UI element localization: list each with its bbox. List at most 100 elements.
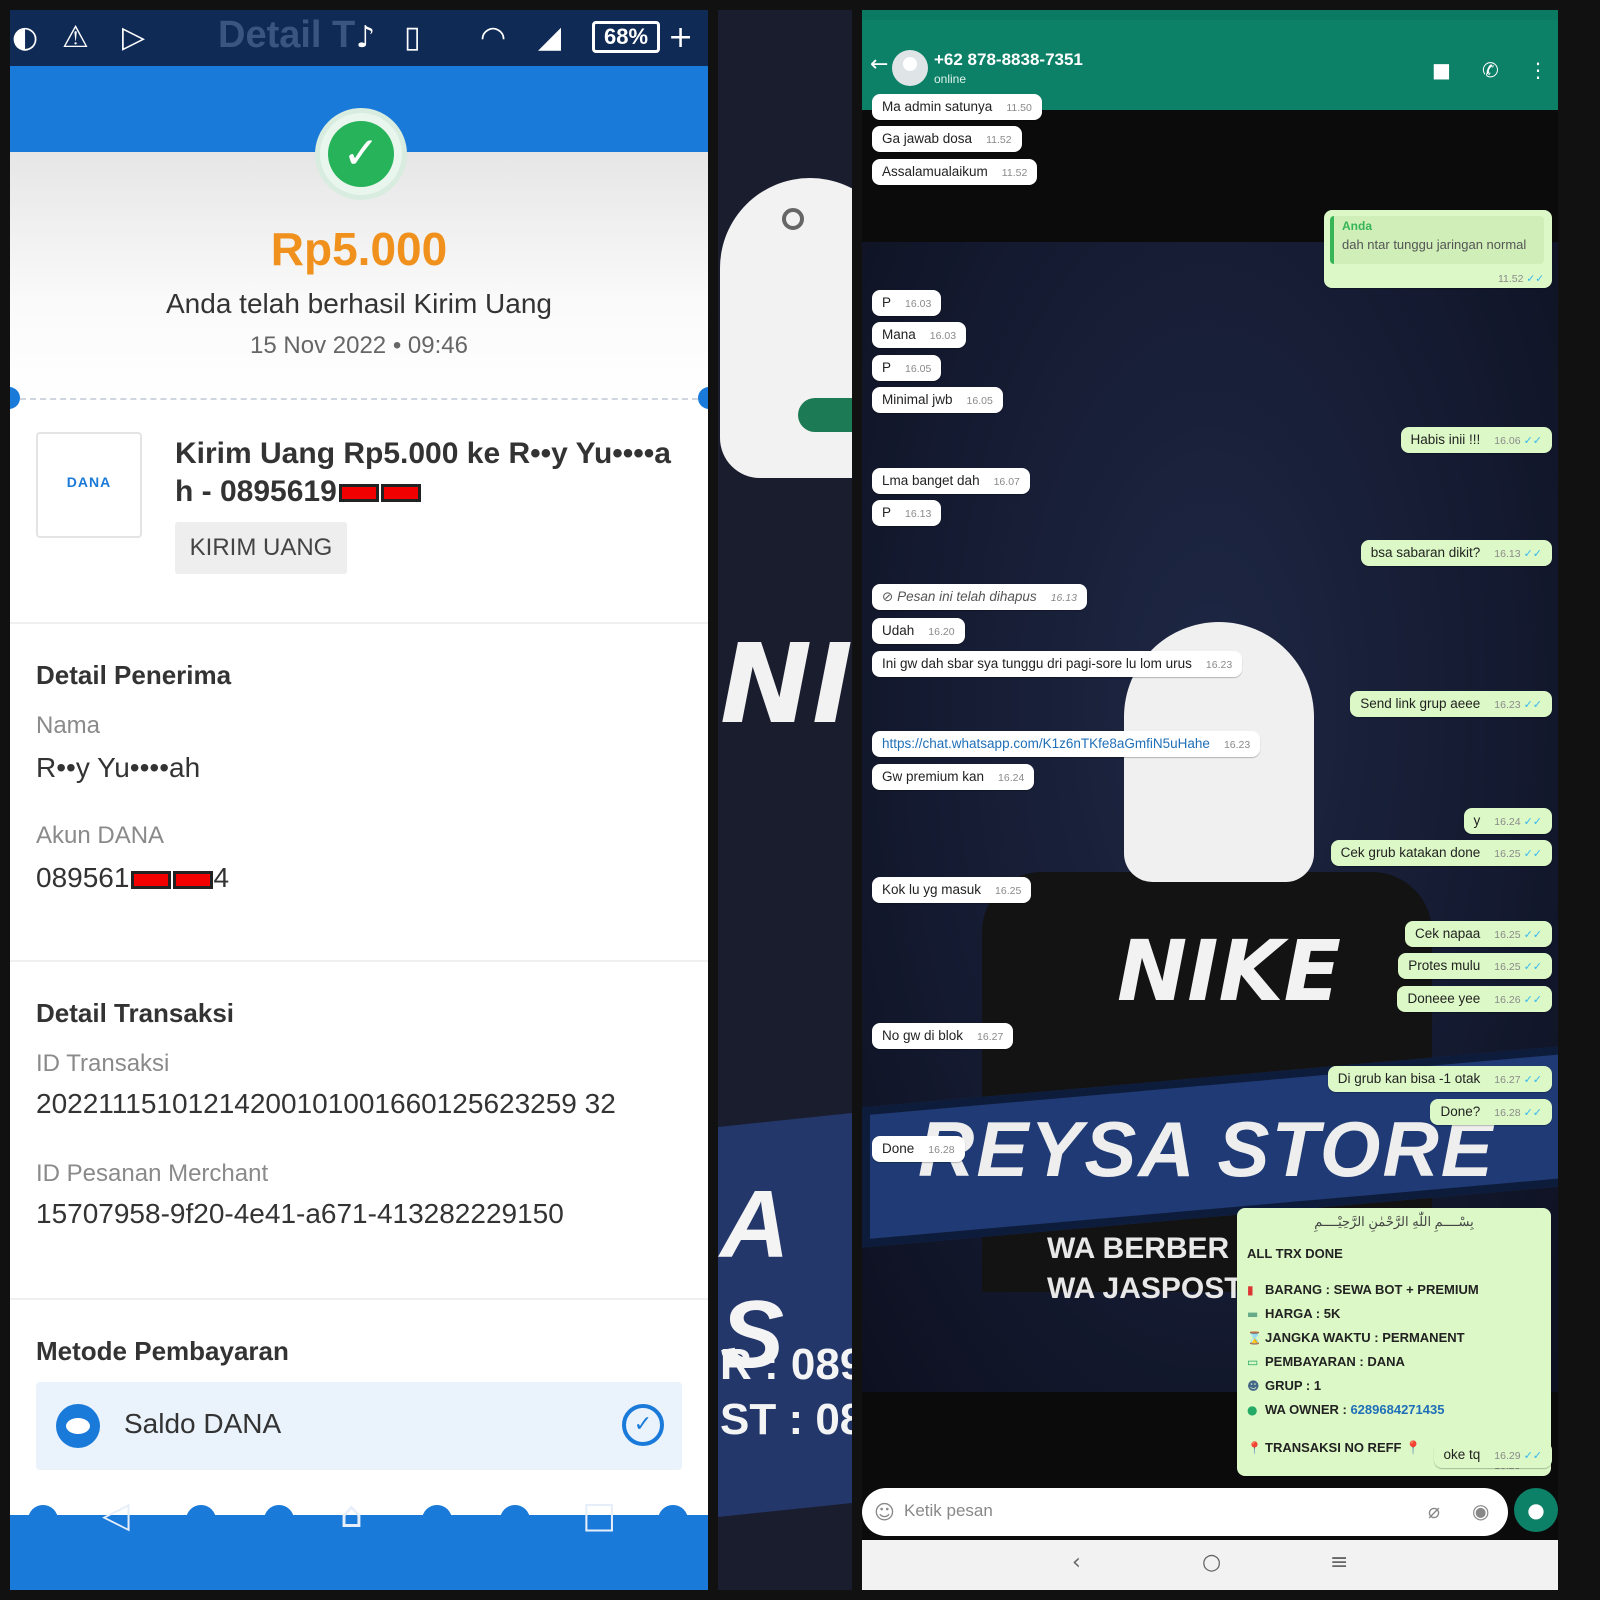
scallop-dot [500, 1505, 530, 1535]
quoted-text: dah ntar tunggu jaringan normal [1342, 237, 1527, 252]
divider [10, 398, 708, 400]
attach-icon[interactable]: ⌀ [1428, 1499, 1440, 1523]
avatar[interactable] [892, 50, 928, 86]
android-status-bar: ◐ ⚠ ▷ Detail T ♪ ▯ ◠ ◢ 68% + [10, 10, 708, 66]
summary-header: ALL TRX DONE [1247, 1246, 1343, 1261]
transaction-summary-message[interactable]: بِسْــــمِ اللّٰهِ الرَّحْمٰنِ الرَّحِيْ… [1237, 1208, 1551, 1476]
message-in[interactable]: Mana 16.03 [872, 322, 967, 348]
transaction-heading: Detail Transaksi [36, 998, 234, 1028]
message-out[interactable]: Habis inii !!! 16.06 ✓✓ [1400, 427, 1552, 453]
message-in[interactable]: Done 16.28 [872, 1136, 965, 1162]
play-store-icon: ▷ [122, 20, 146, 55]
scallop-dot [658, 1505, 688, 1535]
presence-status: online [934, 72, 967, 86]
bismillah-text: بِسْــــمِ اللّٰهِ الرَّحْمٰنِ الرَّحِيْ… [1314, 1214, 1474, 1229]
summary-no-refund: 📍 TRANSAKSI NO REFF 📍 [1247, 1440, 1422, 1456]
quoted-author: Anda [1342, 219, 1372, 233]
summary-item: ▮ BARANG : SEWA BOT + PREMIUM [1247, 1282, 1479, 1297]
success-check-icon: ✓ [315, 108, 407, 200]
hearing-aid-icon: ♪ [356, 20, 376, 55]
account-value-prefix: 089561 [36, 862, 130, 893]
message-in[interactable]: Gw premium kan 16.24 [872, 764, 1035, 790]
message-in[interactable]: Ga jawab dosa 11.52 [872, 126, 1022, 152]
transfer-amount: Rp5.000 [270, 223, 448, 275]
message-out[interactable]: Send link grup aeee 16.23 ✓✓ [1350, 691, 1552, 717]
message-time: 11.52 ✓✓ [1497, 273, 1544, 285]
message-in[interactable]: Kok lu yg masuk 16.25 [872, 877, 1032, 903]
merchant-order-id-value: 15707958-9f20-4e41-a671-413282229150 [36, 1198, 564, 1229]
status-bar-page-title: Detail T [218, 14, 356, 56]
message-in[interactable]: Assalamualaikum 11.52 [872, 159, 1038, 185]
mailbox-icon: ▮ [1247, 1283, 1254, 1297]
group-invite-link[interactable]: https://chat.whatsapp.com/K1z6nTKfe8aGmf… [872, 731, 1261, 757]
scallop-dot [28, 1505, 58, 1535]
ticket-notch [698, 387, 708, 409]
wifi-icon: ◠ [480, 20, 507, 55]
message-in[interactable]: Ma admin satunya 11.50 [872, 94, 1042, 120]
summary-payment: ▭ PEMBAYARAN : DANA [1247, 1354, 1405, 1369]
message-in[interactable]: Ini gw dah sbar sya tunggu dri pagi-sore… [872, 651, 1243, 677]
message-in[interactable]: Lma banget dah 16.07 [872, 468, 1030, 494]
owner-phone-link[interactable]: 6289684271435 [1350, 1402, 1444, 1417]
account-value: 089561 4 [36, 862, 229, 894]
message-out[interactable]: y 16.24 ✓✓ [1463, 808, 1552, 834]
back-arrow-icon[interactable]: ← [870, 52, 888, 77]
message-in[interactable]: Udah 16.20 [872, 618, 965, 644]
message-out[interactable]: bsa sabaran dikit? 16.13 ✓✓ [1360, 540, 1552, 566]
message-in[interactable]: No gw di blok 16.27 [872, 1023, 1014, 1049]
message-out[interactable]: Cek napaa 16.25 ✓✓ [1404, 921, 1552, 947]
summary-duration: ⌛ JANGKA WAKTU : PERMANENT [1247, 1330, 1465, 1345]
money-icon: ▬ [1247, 1307, 1259, 1321]
brand-text-fragment: NIKE [720, 620, 852, 748]
message-out[interactable]: Di grub kan bisa -1 otak 16.27 ✓✓ [1327, 1066, 1552, 1092]
message-out-with-quote[interactable]: Anda dah ntar tunggu jaringan normal 11.… [1324, 210, 1552, 288]
store-name: REYSA STORE [918, 1105, 1495, 1193]
message-in[interactable]: Minimal jwb 16.05 [872, 387, 1003, 413]
more-options-icon[interactable]: ⋮ [1528, 58, 1548, 82]
message-in[interactable]: P 16.05 [872, 355, 942, 381]
message-out[interactable]: Doneee yee 16.26 ✓✓ [1397, 986, 1552, 1012]
account-label: Akun DANA [36, 822, 165, 849]
cap-button [782, 208, 804, 230]
message-out[interactable]: oke tq 16.29 ✓✓ [1433, 1442, 1552, 1468]
back-nav-icon[interactable]: ◁ [102, 1495, 130, 1536]
wallpaper-brand: NIKE [1117, 922, 1342, 1020]
voice-call-icon[interactable]: ✆ [1482, 58, 1499, 82]
recipient-heading: Detail Penerima [36, 660, 232, 690]
deleted-icon: ⊘ [882, 589, 894, 605]
emoji-icon[interactable]: ☺ [874, 1500, 895, 1524]
camera-icon[interactable]: ◉ [1472, 1499, 1489, 1523]
quoted-message[interactable]: Anda dah ntar tunggu jaringan normal [1330, 216, 1544, 264]
video-call-icon[interactable]: ■ [1432, 58, 1451, 82]
deleted-message[interactable]: ⊘ Pesan ini telah dihapus 16.13 [872, 584, 1087, 610]
redaction-mark [131, 870, 172, 889]
name-label: Nama [36, 712, 101, 739]
back-nav-icon[interactable]: ‹ [1072, 1550, 1081, 1575]
message-out[interactable]: Cek grub katakan done 16.25 ✓✓ [1330, 840, 1552, 866]
transaction-datetime: 15 Nov 2022 • 09:46 [250, 332, 468, 359]
contact-name[interactable]: +62 878-8838-7351 [934, 50, 1083, 70]
selected-check-icon: ✓ [622, 1404, 664, 1446]
dana-logo-text: DANA [66, 474, 112, 490]
message-input[interactable]: Ketik pesan [904, 1501, 993, 1521]
account-value-suffix: 4 [213, 862, 230, 893]
cap-illustration [720, 178, 852, 478]
scallop-dot [186, 1505, 216, 1535]
recents-nav-icon[interactable]: ≡ [1330, 1550, 1348, 1575]
message-out[interactable]: Done? 16.28 ✓✓ [1430, 1099, 1552, 1125]
message-in[interactable]: P 16.13 [872, 500, 942, 526]
redaction-mark [173, 870, 214, 889]
message-input-bar[interactable]: ☺ Ketik pesan ⌀ ◉ [862, 1488, 1508, 1536]
recents-nav-icon[interactable]: □ [582, 1495, 616, 1536]
name-value: R••y Yu••••ah [36, 752, 201, 783]
message-in[interactable]: P 16.03 [872, 290, 942, 316]
transaction-id-label: ID Transaksi [36, 1050, 170, 1077]
message-out[interactable]: Protes mulu 16.25 ✓✓ [1398, 953, 1552, 979]
microphone-button[interactable]: ● [1514, 1488, 1558, 1532]
payment-method-row[interactable]: Saldo DANA ✓ [36, 1382, 682, 1470]
scallop-dot [264, 1505, 294, 1535]
home-nav-icon[interactable]: ⌂ [340, 1495, 363, 1536]
kirim-uang-button[interactable]: KIRIM UANG [175, 522, 347, 574]
divider [10, 622, 708, 624]
home-nav-icon[interactable]: ○ [1202, 1550, 1221, 1575]
